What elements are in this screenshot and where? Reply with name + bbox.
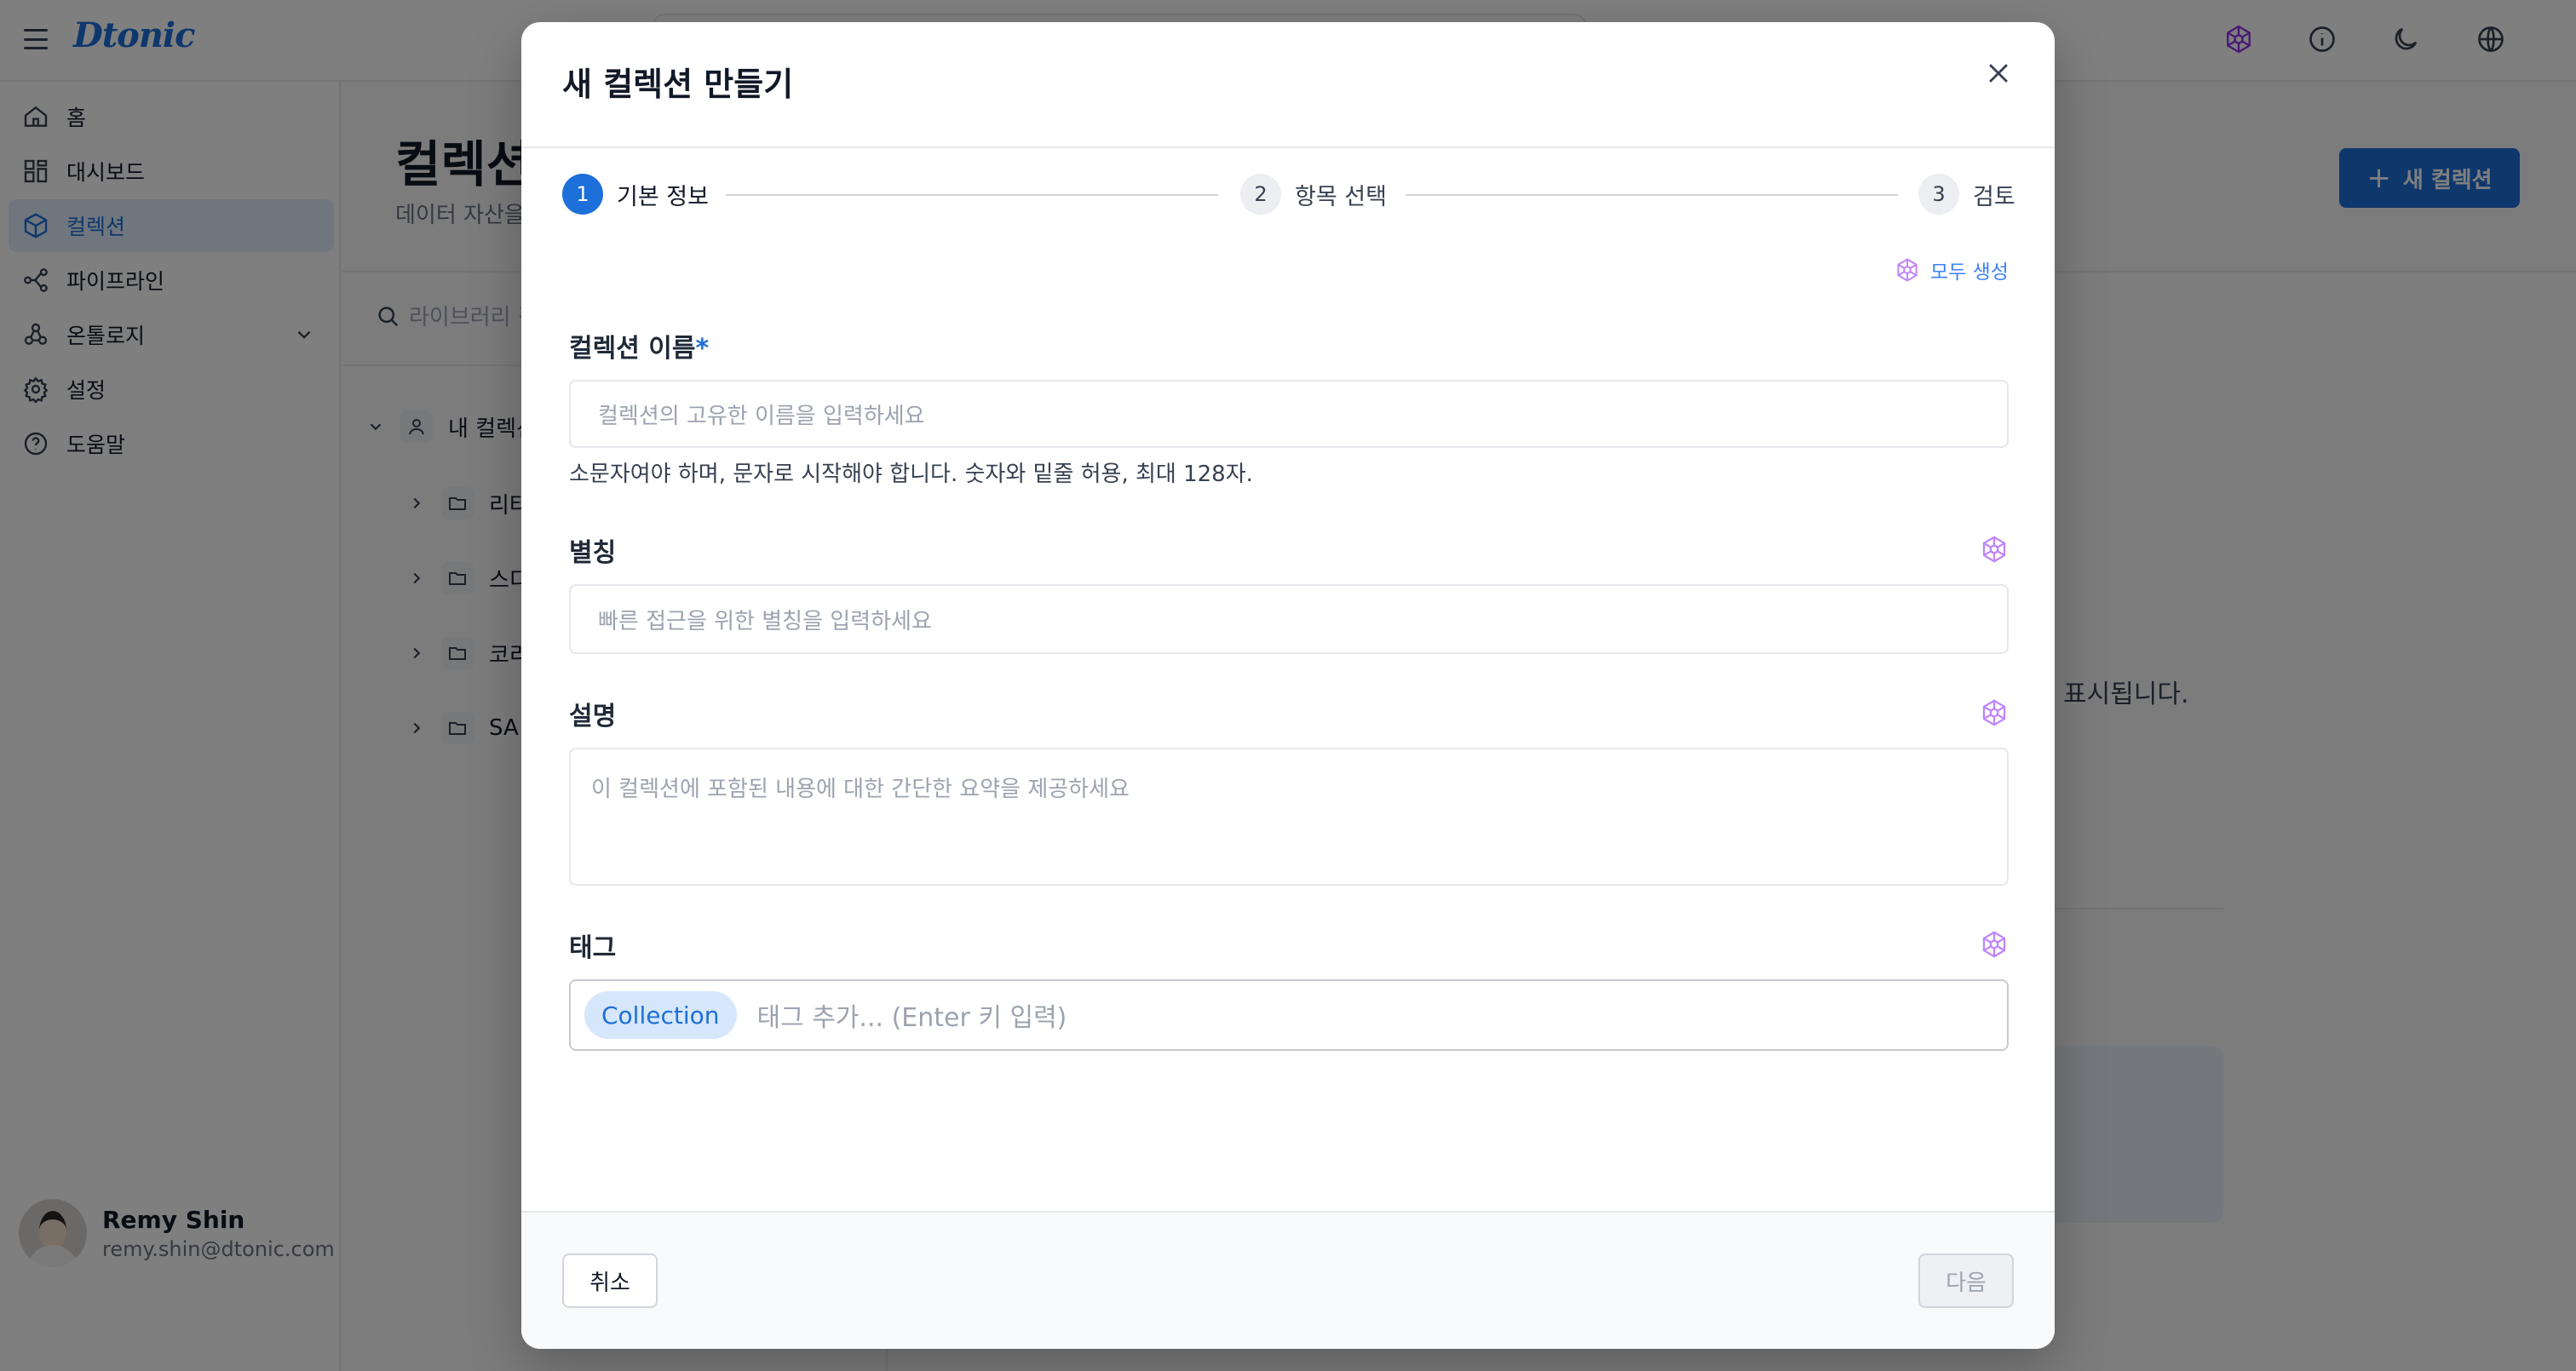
step-label: 항목 선택 xyxy=(1295,183,1387,210)
ai-sparkle-icon xyxy=(1897,258,1918,282)
step-number: 1 xyxy=(562,174,603,215)
ai-generate-icon[interactable] xyxy=(1980,535,2009,564)
description-textarea[interactable]: 이 컬렉션에 포함된 내용에 대한 간단한 요약을 제공하세요 xyxy=(569,748,2009,886)
description-label: 설명 xyxy=(569,702,617,731)
close-button[interactable] xyxy=(1980,54,2017,92)
collection-name-label-text: 컬렉션 이름 xyxy=(569,334,696,364)
next-button[interactable]: 다음 xyxy=(1918,1253,2014,1308)
step-item-selection: 2 항목 선택 xyxy=(1240,174,1387,215)
close-icon xyxy=(1989,64,2008,83)
dialog-header-divider xyxy=(521,146,2055,148)
tags-label: 태그 xyxy=(569,933,617,963)
step-basic-info: 1 기본 정보 xyxy=(562,174,709,215)
step-label: 기본 정보 xyxy=(617,183,709,210)
alias-label: 별칭 xyxy=(569,538,617,568)
required-mark: * xyxy=(695,334,710,364)
ai-generate-icon[interactable] xyxy=(1980,698,2009,727)
dialog-title: 새 컬렉션 만들기 xyxy=(562,66,794,103)
cancel-button[interactable]: 취소 xyxy=(562,1253,658,1308)
generate-all-button[interactable]: 모두 생성 xyxy=(1895,255,2009,284)
ai-generate-icon[interactable] xyxy=(1980,930,2009,959)
step-label: 검토 xyxy=(1973,183,2015,210)
tags-placeholder: 태그 추가... (Enter 키 입력) xyxy=(756,1003,1067,1033)
collection-name-input[interactable]: 컬렉션의 고유한 이름을 입력하세요 xyxy=(569,380,2009,448)
collection-name-label: 컬렉션 이름* xyxy=(569,327,709,364)
step-number: 2 xyxy=(1240,174,1281,215)
collection-name-placeholder: 컬렉션의 고유한 이름을 입력하세요 xyxy=(598,403,925,429)
alias-placeholder: 빠른 접근을 위한 별칭을 입력하세요 xyxy=(598,608,932,634)
step-connector xyxy=(1406,194,1898,196)
collection-name-helper: 소문자여야 하며, 문자로 시작해야 합니다. 숫자와 밑줄 허용, 최대 12… xyxy=(569,462,1253,487)
generate-all-label: 모두 생성 xyxy=(1930,261,2009,284)
step-number: 3 xyxy=(1918,174,1959,215)
description-placeholder: 이 컬렉션에 포함된 내용에 대한 간단한 요약을 제공하세요 xyxy=(591,777,1130,802)
step-connector xyxy=(726,194,1218,196)
tag-chip[interactable]: Collection xyxy=(584,991,737,1039)
alias-input[interactable]: 빠른 접근을 위한 별칭을 입력하세요 xyxy=(569,584,2009,654)
step-review: 3 검토 xyxy=(1918,174,2015,215)
dialog-footer: 취소 다음 xyxy=(521,1211,2055,1349)
tags-input[interactable]: Collection 태그 추가... (Enter 키 입력) xyxy=(569,979,2009,1051)
create-collection-dialog: 새 컬렉션 만들기 1 기본 정보 2 항목 선택 3 검토 모두 생성 컬렉션… xyxy=(521,22,2055,1349)
